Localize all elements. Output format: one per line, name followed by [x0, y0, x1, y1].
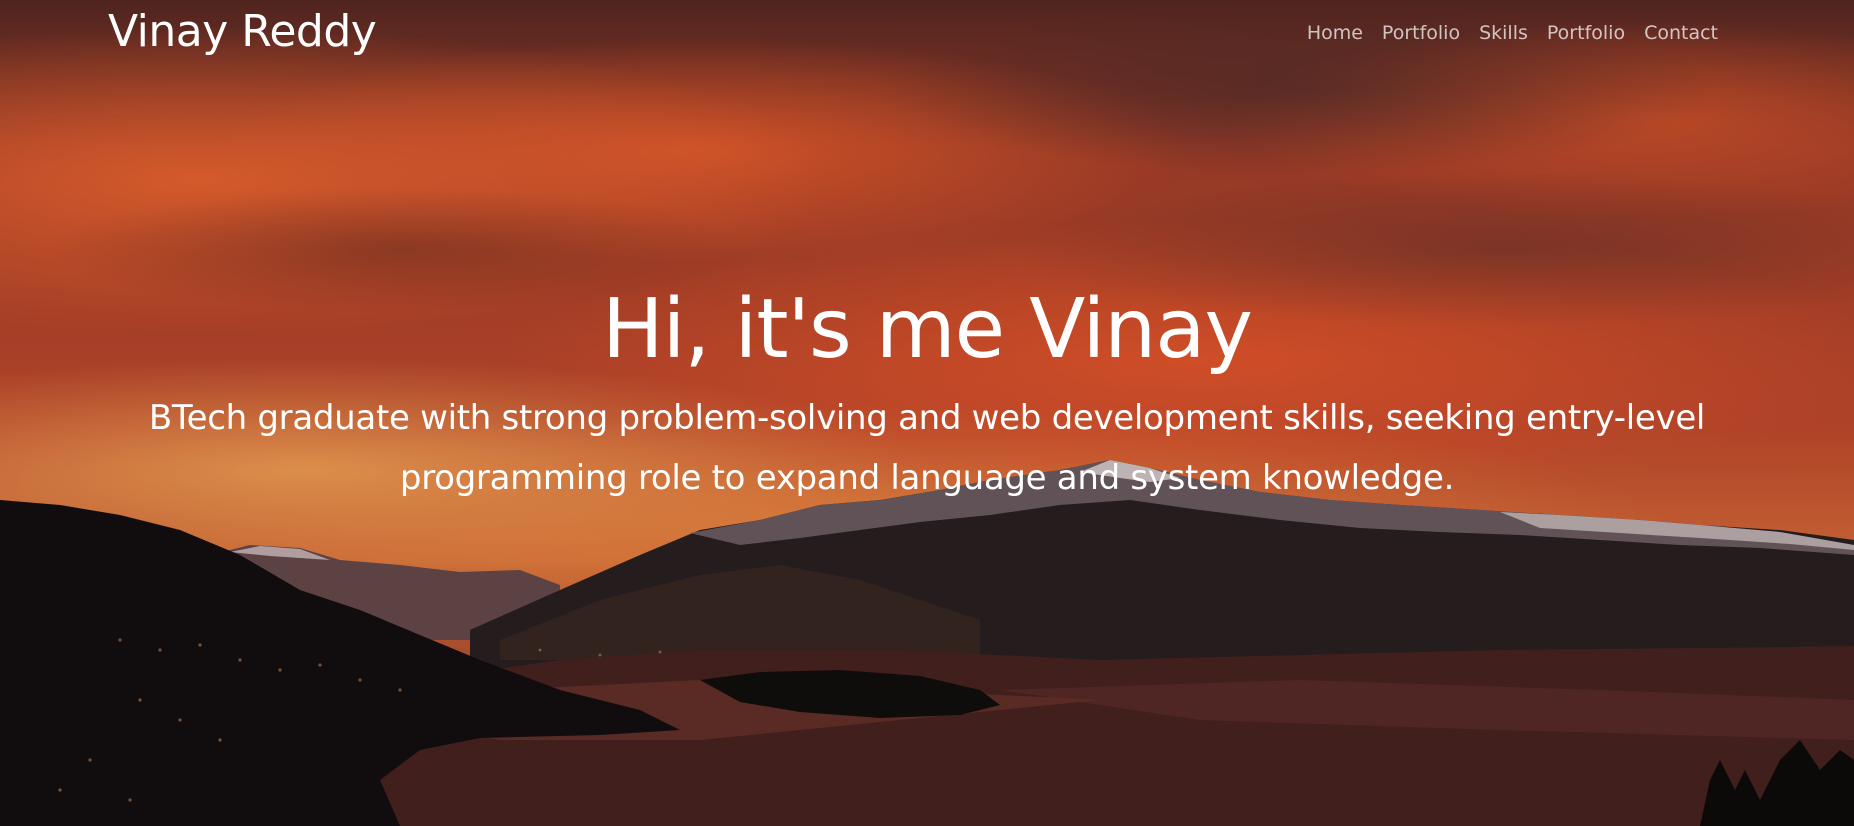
hero-subtitle: BTech graduate with strong problem-solvi…	[148, 398, 1706, 498]
nav-link-portfolio-2[interactable]: Portfolio	[1547, 22, 1625, 44]
nav-link-portfolio[interactable]: Portfolio	[1382, 22, 1460, 44]
nav-link-home[interactable]: Home	[1307, 22, 1363, 44]
nav-links: Home Portfolio Skills Portfolio Contact	[1307, 22, 1718, 44]
hero-section: Hi, it's me Vinay BTech graduate with st…	[0, 280, 1854, 508]
hero-title: Hi, it's me Vinay	[601, 282, 1253, 377]
navbar: Vinay Reddy Home Portfolio Skills Portfo…	[0, 0, 1854, 75]
nav-link-contact[interactable]: Contact	[1644, 22, 1718, 44]
nav-link-skills[interactable]: Skills	[1479, 22, 1528, 44]
brand-logo[interactable]: Vinay Reddy	[108, 6, 377, 57]
page: Vinay Reddy Home Portfolio Skills Portfo…	[0, 0, 1854, 826]
